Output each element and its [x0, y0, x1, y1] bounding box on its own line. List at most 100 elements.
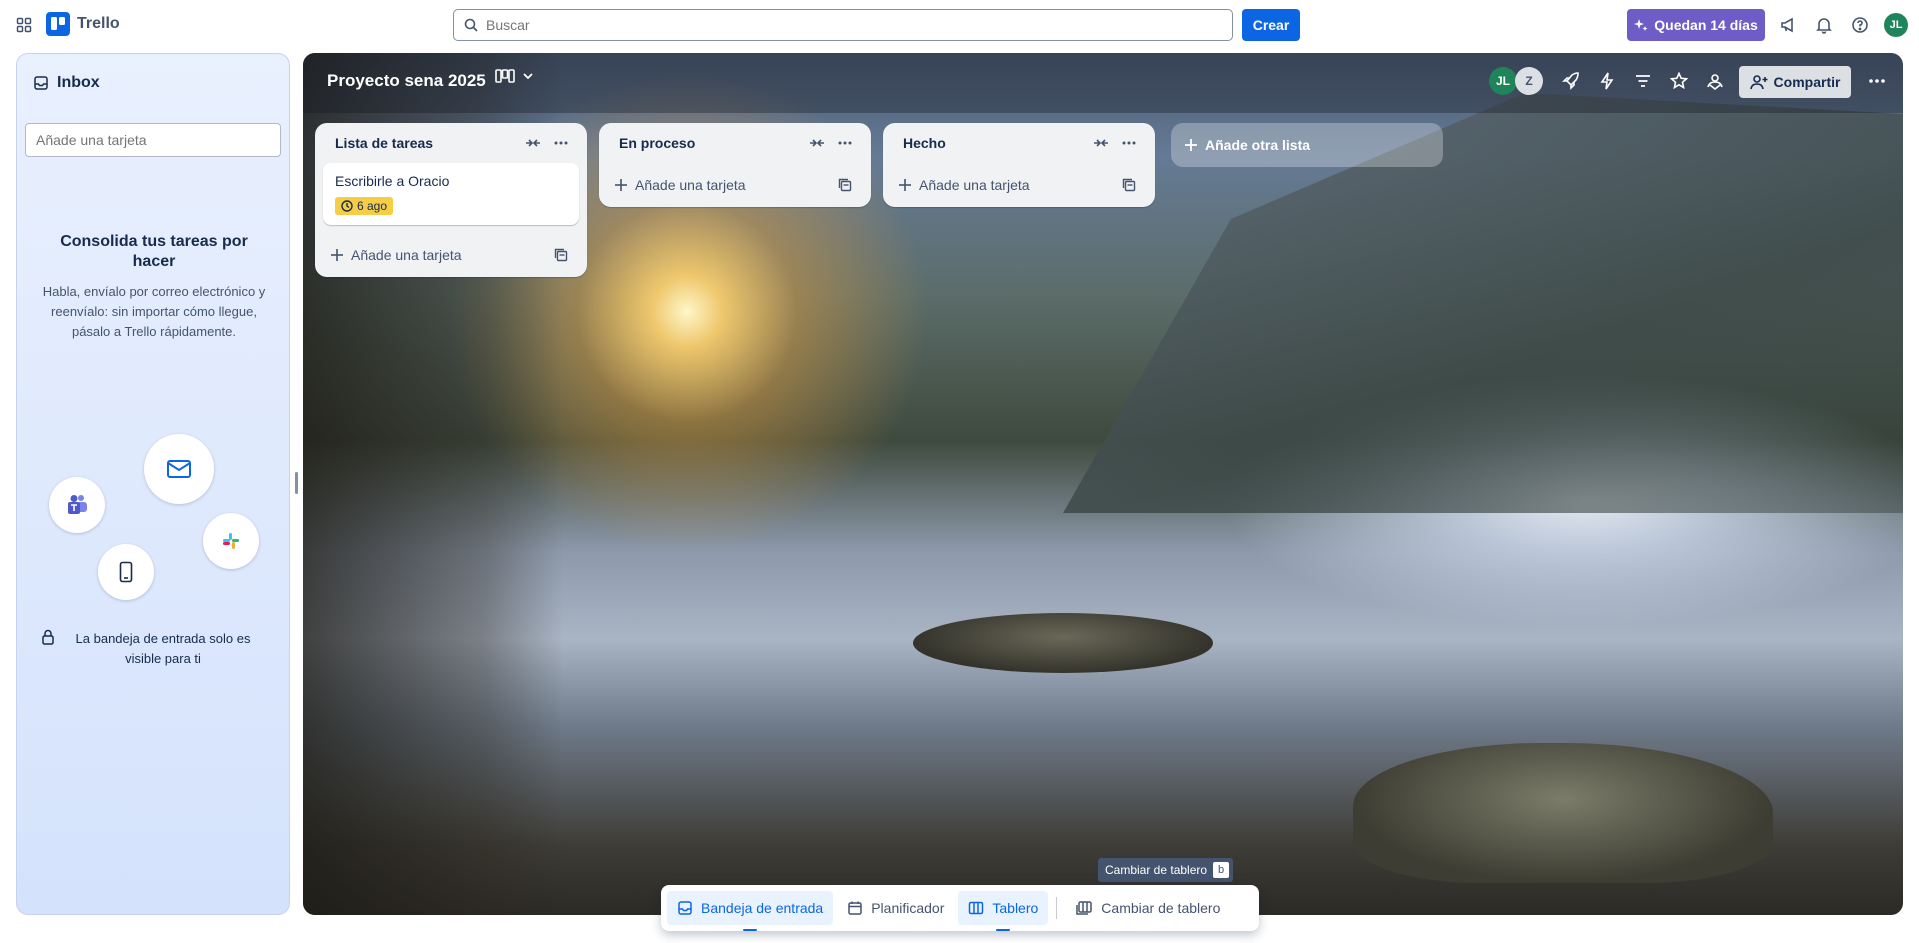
rocket-icon	[1562, 72, 1579, 90]
search-box[interactable]	[453, 9, 1233, 41]
inbox-title: Inbox	[57, 74, 100, 91]
inbox-icon	[34, 76, 48, 90]
list-footer: Añade una tarjeta	[315, 233, 587, 277]
inbox-add-card[interactable]	[25, 123, 281, 157]
add-list-label: Añade otra lista	[1205, 137, 1311, 153]
power-ups-button[interactable]	[1559, 69, 1583, 93]
email-bubble	[144, 434, 214, 504]
inbox-empty-heading: Consolida tus tareas por hacer	[60, 233, 248, 270]
search-icon	[464, 18, 478, 32]
nav-switch-board-label: Cambiar de tablero	[1101, 900, 1221, 916]
announcements-button[interactable]	[1776, 13, 1800, 37]
collapse-list-button[interactable]	[1087, 129, 1115, 157]
trial-label: Quedan 14 días	[1654, 17, 1758, 33]
lock-icon	[42, 629, 54, 645]
plus-icon	[899, 179, 911, 191]
create-from-template-button[interactable]	[1115, 171, 1143, 199]
app-switcher-button[interactable]	[12, 13, 36, 37]
create-button[interactable]: Crear	[1242, 9, 1300, 41]
add-card-button[interactable]: Añade una tarjeta	[899, 177, 1115, 193]
panel-resize-handle[interactable]	[295, 472, 298, 494]
visibility-button[interactable]	[1703, 69, 1727, 93]
more-horizontal-icon	[1122, 141, 1136, 145]
list-lista-de-tareas[interactable]: Lista de tareas Escribirle a Oracio 6 ag…	[315, 123, 587, 277]
member-avatar[interactable]: Z	[1515, 67, 1543, 95]
collapse-icon	[526, 139, 540, 147]
collapse-list-button[interactable]	[803, 129, 831, 157]
nav-board[interactable]: Tablero	[958, 891, 1049, 931]
chevron-down-icon	[523, 73, 533, 80]
top-navigation-bar: Trello Crear Quedan 14 días JL	[0, 0, 1919, 50]
collapse-icon	[1094, 139, 1108, 147]
filter-button[interactable]	[1631, 69, 1655, 93]
nav-switch-board[interactable]: Cambiar de tablero	[1065, 891, 1230, 925]
bell-icon	[1816, 18, 1832, 34]
more-horizontal-icon	[554, 141, 568, 145]
background-rock	[1353, 743, 1773, 883]
board-icon	[969, 901, 984, 915]
nav-board-label: Tablero	[992, 900, 1039, 916]
help-button[interactable]	[1848, 13, 1872, 37]
list-header: Lista de tareas	[315, 123, 587, 163]
grid-icon	[16, 17, 32, 33]
nav-inbox-label: Bandeja de entrada	[701, 900, 824, 916]
board-view-switcher[interactable]	[495, 69, 535, 83]
sparkle-icon	[1634, 19, 1648, 31]
list-actions-button[interactable]	[1115, 129, 1143, 157]
switch-board-tooltip: Cambiar de tablero b	[1098, 858, 1234, 882]
list-footer: Añade una tarjeta	[883, 163, 1155, 207]
clock-icon	[341, 200, 353, 212]
board-menu-button[interactable]	[1865, 69, 1889, 93]
nav-planner[interactable]: Planificador	[837, 891, 954, 925]
star-button[interactable]	[1667, 69, 1691, 93]
list-title[interactable]: En proceso	[619, 135, 803, 151]
add-card-button[interactable]: Añade una tarjeta	[615, 177, 831, 193]
trello-logo[interactable]: Trello	[46, 12, 120, 36]
calendar-icon	[848, 901, 862, 915]
automation-button[interactable]	[1595, 69, 1619, 93]
slack-icon	[223, 533, 239, 549]
keyboard-shortcut: b	[1213, 862, 1230, 878]
divider	[1056, 897, 1058, 919]
list-en-proceso[interactable]: En proceso Añade una tarjeta	[599, 123, 871, 207]
teams-bubble	[49, 477, 105, 533]
add-card-label: Añade una tarjeta	[635, 177, 746, 193]
board-members[interactable]: JL Z	[1489, 67, 1543, 95]
share-button[interactable]: Compartir	[1739, 66, 1851, 98]
board-title[interactable]: Proyecto sena 2025	[327, 71, 486, 91]
help-icon	[1852, 17, 1868, 33]
user-avatar[interactable]: JL	[1884, 13, 1908, 37]
mail-icon	[167, 460, 191, 478]
create-from-template-button[interactable]	[547, 241, 575, 269]
share-label: Compartir	[1773, 74, 1841, 90]
trial-button[interactable]: Quedan 14 días	[1627, 9, 1765, 41]
inbox-add-card-input[interactable]	[36, 132, 266, 148]
list-title[interactable]: Hecho	[903, 135, 1087, 151]
add-person-icon	[1749, 75, 1768, 90]
notifications-button[interactable]	[1812, 13, 1836, 37]
inbox-panel: Inbox Consolida tus tareas por hacer Hab…	[16, 53, 290, 915]
lightning-icon	[1600, 72, 1614, 90]
more-horizontal-icon	[1869, 79, 1885, 83]
switch-board-icon	[1076, 901, 1093, 915]
collapse-list-button[interactable]	[519, 129, 547, 157]
add-card-label: Añade una tarjeta	[919, 177, 1030, 193]
list-hecho[interactable]: Hecho Añade una tarjeta	[883, 123, 1155, 207]
workspace-visibility-icon	[1707, 74, 1723, 90]
filter-icon	[1636, 75, 1650, 87]
create-from-template-button[interactable]	[831, 171, 859, 199]
card[interactable]: Escribirle a Oracio 6 ago	[323, 163, 579, 225]
search-input[interactable]	[486, 17, 1186, 33]
list-actions-button[interactable]	[547, 129, 575, 157]
list-header: En proceso	[599, 123, 871, 163]
list-actions-button[interactable]	[831, 129, 859, 157]
nav-inbox[interactable]: Bandeja de entrada	[667, 891, 834, 931]
add-card-button[interactable]: Añade una tarjeta	[331, 247, 547, 263]
list-title[interactable]: Lista de tareas	[335, 135, 519, 151]
inbox-header: Inbox	[33, 74, 100, 92]
card-title: Escribirle a Oracio	[335, 173, 450, 189]
bottom-navigation-bar: Bandeja de entrada Planificador Tablero …	[661, 885, 1259, 931]
add-list-button[interactable]: Añade otra lista	[1171, 123, 1443, 167]
member-avatar[interactable]: JL	[1489, 67, 1517, 95]
due-date-badge[interactable]: 6 ago	[335, 197, 394, 215]
